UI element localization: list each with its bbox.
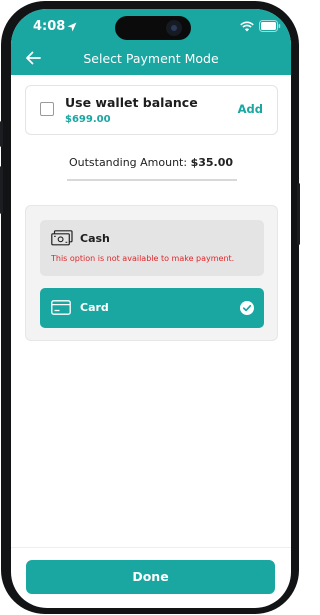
volume-button xyxy=(0,166,3,214)
wallet-checkbox[interactable] xyxy=(40,102,54,116)
cash-unavailable-note: This option is not available to make pay… xyxy=(51,254,235,263)
wallet-balance-amount: $699.00 xyxy=(65,114,111,125)
card-icon xyxy=(51,300,71,315)
payment-option-card[interactable]: Card xyxy=(40,288,264,328)
cash-label: Cash xyxy=(80,232,110,245)
cash-icon xyxy=(51,230,73,246)
app-header: 4:08 Select Payment Mode xyxy=(11,9,291,75)
add-wallet-button[interactable]: Add xyxy=(238,102,263,116)
outstanding-label: Outstanding Amount: xyxy=(68,156,188,169)
payment-options-panel: Cash This option is not available to mak… xyxy=(25,205,278,341)
bottom-divider xyxy=(11,547,291,548)
location-arrow-icon xyxy=(67,22,77,32)
wallet-balance-card: Use wallet balance $699.00 Add xyxy=(25,85,278,135)
divider xyxy=(67,179,237,181)
screen: 4:08 Select Payment Mode Use wallet bala… xyxy=(11,9,291,608)
payment-option-cash[interactable]: Cash This option is not available to mak… xyxy=(40,220,264,276)
silent-switch xyxy=(0,121,3,147)
battery-icon xyxy=(259,20,281,32)
power-button xyxy=(297,183,300,245)
status-bar: 4:08 xyxy=(11,9,291,45)
page-title: Select Payment Mode xyxy=(83,51,219,66)
outstanding-value: $35.00 xyxy=(190,156,234,169)
card-label: Card xyxy=(80,301,109,314)
done-button[interactable]: Done xyxy=(26,560,275,594)
wallet-title: Use wallet balance xyxy=(65,95,198,110)
status-time: 4:08 xyxy=(33,19,66,34)
wifi-icon xyxy=(240,21,254,32)
check-circle-icon xyxy=(240,301,254,315)
phone-frame: 4:08 Select Payment Mode Use wallet bala… xyxy=(0,1,300,614)
front-camera xyxy=(164,18,184,38)
outstanding-amount: Outstanding Amount: $35.00 xyxy=(11,156,291,169)
